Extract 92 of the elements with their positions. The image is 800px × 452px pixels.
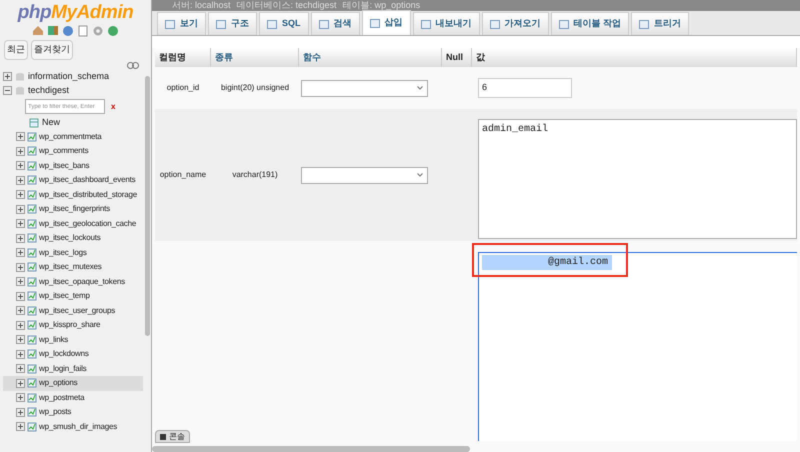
database-name[interactable]: techdigest	[28, 84, 70, 98]
expand-icon[interactable]	[16, 306, 25, 316]
tab-icon	[216, 20, 226, 28]
reload-icon[interactable]	[107, 25, 119, 37]
table-name[interactable]: wp_login_fails	[39, 362, 86, 375]
table-name[interactable]: wp_smush_dir_images	[39, 420, 118, 433]
table-name[interactable]: wp_kisspro_share	[39, 319, 100, 332]
phpmyadmin-logo[interactable]: phpMyAdmin	[18, 2, 134, 24]
new-table-icon[interactable]	[29, 118, 39, 128]
function-dropdown[interactable]	[301, 80, 428, 96]
expand-icon[interactable]	[16, 132, 25, 142]
table-name[interactable]: wp_itsec_logs	[39, 246, 87, 259]
exit-icon[interactable]	[47, 25, 59, 36]
collapse-icon[interactable]	[3, 86, 12, 95]
table-name[interactable]: wp_itsec_mutexes	[39, 261, 102, 274]
expand-icon[interactable]	[16, 277, 25, 286]
tab-icon	[267, 20, 277, 28]
expand-icon[interactable]	[3, 72, 12, 81]
column-type: varchar(191)	[232, 169, 278, 181]
scrollbar[interactable]	[152, 446, 470, 452]
value-textarea[interactable]: @gmail.com	[478, 252, 797, 441]
column-name: option_name	[160, 169, 206, 181]
tab[interactable]: 트리거	[631, 12, 690, 35]
table-name[interactable]: wp_itsec_distributed_storage	[39, 188, 138, 201]
document-icon[interactable]	[77, 25, 89, 37]
tab[interactable]: 삽입	[362, 10, 411, 35]
home-icon[interactable]	[32, 25, 44, 36]
expand-icon[interactable]	[16, 204, 25, 214]
caret-icon	[417, 173, 423, 177]
expand-icon[interactable]	[16, 248, 25, 258]
table-name[interactable]: wp_itsec_geolocation_cache	[39, 218, 136, 230]
value-field[interactable]: 6	[478, 78, 572, 98]
tab-icon	[639, 20, 650, 28]
table-name[interactable]: wp_itsec_temp	[39, 290, 90, 302]
expand-icon[interactable]	[16, 408, 25, 417]
table-name[interactable]: wp_itsec_bans	[39, 160, 90, 172]
new-table-link[interactable]: New	[42, 116, 60, 130]
table-name[interactable]: wp_comments	[39, 145, 88, 158]
nav-button[interactable]: 즐겨찾기	[31, 40, 73, 60]
tab[interactable]: 구조	[208, 12, 257, 35]
tab-icon	[318, 20, 329, 28]
tab[interactable]: 내보내기	[412, 12, 480, 35]
link-icon[interactable]	[127, 62, 139, 68]
caret-icon	[417, 86, 423, 90]
settings-icon[interactable]	[92, 25, 104, 37]
table-name[interactable]: wp_lockdowns	[39, 348, 89, 360]
expand-icon[interactable]	[16, 320, 25, 330]
tab[interactable]: 테이블 작업	[550, 12, 630, 35]
expand-icon[interactable]	[16, 350, 25, 359]
expand-icon[interactable]	[16, 146, 25, 156]
tab-icon	[370, 18, 380, 28]
column-name: option_id	[166, 82, 200, 94]
value-text: admin_email	[482, 124, 548, 135]
function-dropdown[interactable]	[301, 166, 428, 184]
expand-icon[interactable]	[16, 176, 25, 185]
expand-icon[interactable]	[16, 292, 25, 301]
expand-icon[interactable]	[16, 190, 25, 200]
table-name[interactable]: wp_links	[39, 334, 68, 346]
table-name[interactable]: wp_itsec_fingerprints	[39, 203, 110, 216]
expand-icon[interactable]	[16, 335, 25, 344]
tab-icon	[165, 20, 175, 28]
tab[interactable]: 보기	[157, 12, 206, 35]
table-name[interactable]: wp_commentmeta	[39, 130, 102, 143]
tab-icon	[558, 20, 569, 28]
scrollbar[interactable]	[145, 76, 150, 336]
table-name[interactable]: wp_itsec_opaque_tokens	[39, 276, 125, 288]
tab[interactable]: SQL	[259, 12, 309, 35]
table-name[interactable]: wp_itsec_dashboard_events	[39, 174, 136, 186]
expand-icon[interactable]	[16, 422, 25, 432]
column-type: bigint(20) unsigned	[220, 82, 290, 94]
value-textarea[interactable]: admin_email	[478, 119, 797, 239]
table-name[interactable]: wp_postmeta	[39, 392, 84, 404]
table-name[interactable]: wp_posts	[39, 406, 72, 418]
expand-icon[interactable]	[16, 262, 25, 272]
expand-icon[interactable]	[16, 378, 25, 388]
value-text: @gmail.com	[482, 255, 612, 270]
table-name[interactable]: wp_itsec_lockouts	[39, 232, 101, 244]
tab[interactable]: 검색	[310, 12, 360, 35]
table-name[interactable]: wp_itsec_user_groups	[39, 304, 116, 317]
expand-icon[interactable]	[16, 234, 25, 243]
clear-filter-button[interactable]: x	[111, 100, 116, 112]
expand-icon[interactable]	[16, 393, 25, 402]
expand-icon[interactable]	[16, 161, 25, 170]
database-name[interactable]: information_schema	[28, 70, 110, 84]
console-tab[interactable]: 콘솔	[155, 430, 190, 443]
nav-button[interactable]: 최근	[4, 40, 28, 60]
tab[interactable]: 가져오기	[482, 12, 549, 35]
tab-icon	[490, 20, 500, 28]
tab-icon	[420, 20, 431, 28]
expand-icon[interactable]	[16, 364, 25, 374]
help-icon[interactable]	[62, 25, 74, 37]
expand-icon[interactable]	[16, 219, 25, 228]
